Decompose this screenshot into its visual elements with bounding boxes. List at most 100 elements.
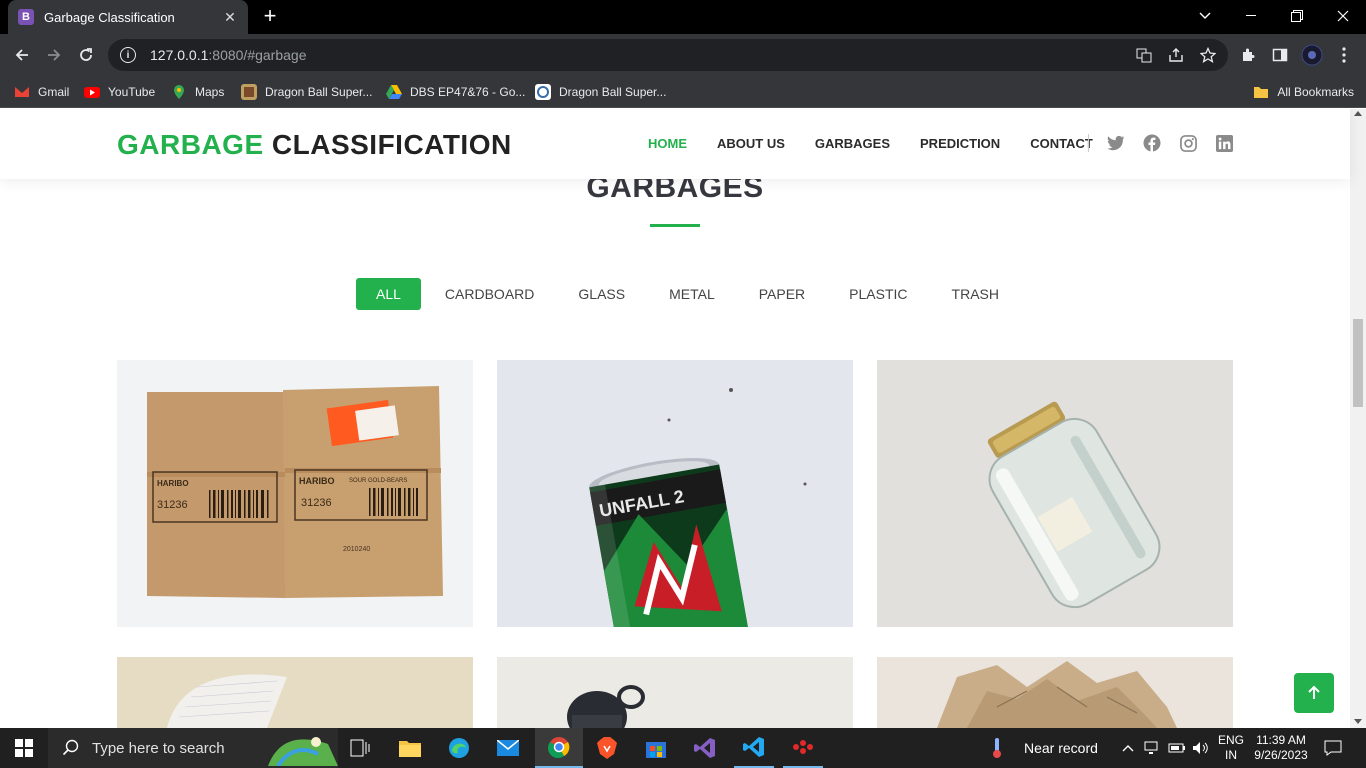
tab-close-icon[interactable]: ✕ bbox=[222, 9, 238, 26]
app-red-dots-icon[interactable] bbox=[783, 728, 823, 768]
extensions-icon[interactable] bbox=[1236, 43, 1260, 67]
search-icon bbox=[62, 739, 79, 756]
store-icon[interactable] bbox=[640, 728, 672, 768]
filter-trash[interactable]: TRASH bbox=[932, 278, 1019, 310]
side-panel-icon[interactable] bbox=[1268, 43, 1292, 67]
site-info-icon[interactable]: i bbox=[120, 47, 136, 63]
edge-icon[interactable] bbox=[443, 728, 475, 768]
nav-divider bbox=[1088, 134, 1089, 152]
gallery-item-plastic[interactable] bbox=[497, 657, 853, 728]
visual-studio-icon[interactable] bbox=[689, 728, 721, 768]
forward-arrow-icon[interactable] bbox=[42, 43, 66, 67]
close-window-button[interactable] bbox=[1320, 0, 1366, 32]
brave-icon[interactable] bbox=[591, 728, 623, 768]
bookmark-dbs-drive[interactable]: DBS EP47&76 - Go... bbox=[386, 82, 525, 102]
filter-plastic[interactable]: PLASTIC bbox=[829, 278, 927, 310]
bookmark-youtube[interactable]: YouTube bbox=[84, 82, 155, 102]
maps-pin-icon bbox=[174, 85, 184, 99]
new-tab-button[interactable]: + bbox=[258, 5, 282, 29]
nav-home[interactable]: HOME bbox=[648, 136, 687, 151]
back-to-top-button[interactable] bbox=[1294, 673, 1334, 713]
page-scrollbar[interactable] bbox=[1350, 109, 1366, 728]
bookmark-dragon-ball-2[interactable]: Dragon Ball Super... bbox=[535, 82, 666, 102]
filter-metal[interactable]: METAL bbox=[649, 278, 735, 310]
chrome-taskbar-icon[interactable] bbox=[535, 728, 583, 768]
site-thumbnail-icon bbox=[241, 84, 257, 100]
restore-button[interactable] bbox=[1274, 0, 1320, 32]
filter-bar: ALL CARDBOARD GLASS METAL PAPER PLASTIC … bbox=[356, 278, 1023, 310]
file-explorer-icon[interactable] bbox=[394, 728, 426, 768]
tray-chevron-icon[interactable] bbox=[1118, 728, 1138, 768]
back-arrow-icon[interactable] bbox=[10, 43, 34, 67]
glass-jar-photo bbox=[877, 360, 1233, 627]
tab-title: Garbage Classification bbox=[44, 9, 175, 25]
share-icon[interactable] bbox=[1168, 47, 1184, 63]
gallery-item-paper-2[interactable] bbox=[877, 657, 1233, 728]
plastic-bottle-photo bbox=[497, 657, 853, 728]
filter-cardboard[interactable]: CARDBOARD bbox=[425, 278, 554, 310]
scroll-down-arrow-icon[interactable] bbox=[1354, 719, 1362, 724]
reload-icon[interactable] bbox=[74, 43, 98, 67]
gallery-item-cardboard[interactable]: HARIBO HARIBO SOUR GOLD-BEARS 31236 3123… bbox=[117, 360, 473, 627]
thermometer-icon bbox=[993, 738, 1001, 758]
task-view-icon[interactable] bbox=[344, 728, 376, 768]
browser-tab[interactable]: B Garbage Classification ✕ bbox=[8, 0, 248, 34]
instagram-icon[interactable] bbox=[1179, 134, 1197, 152]
windows-start-icon[interactable] bbox=[0, 728, 48, 768]
clock-date: 9/26/2023 bbox=[1254, 748, 1308, 762]
vscode-icon[interactable] bbox=[734, 728, 774, 768]
address-bar[interactable]: i 127.0.0.1:8080/#garbage bbox=[108, 39, 1228, 71]
bookmarks-bar: Gmail YouTube Maps Dragon Ball Super... … bbox=[0, 76, 1366, 108]
tab-search-icon[interactable] bbox=[1182, 0, 1228, 32]
network-icon[interactable] bbox=[1142, 728, 1164, 768]
windows-taskbar: Type here to search Near record ENG IN 1… bbox=[0, 728, 1366, 768]
svg-text:HARIBO: HARIBO bbox=[157, 479, 189, 488]
page-viewport: GARBAGE CLASSIFICATION HOME ABOUT US GAR… bbox=[0, 109, 1366, 728]
site-logo[interactable]: GARBAGE CLASSIFICATION bbox=[117, 129, 512, 161]
bookmark-star-icon[interactable] bbox=[1200, 47, 1216, 63]
notification-icon[interactable] bbox=[1318, 728, 1348, 768]
scroll-thumb[interactable] bbox=[1353, 319, 1363, 407]
bookmark-dragon-ball-1[interactable]: Dragon Ball Super... bbox=[241, 82, 372, 102]
bootstrap-favicon-icon: B bbox=[18, 9, 34, 25]
svg-text:SOUR GOLD-BEARS: SOUR GOLD-BEARS bbox=[349, 478, 407, 484]
translate-icon[interactable] bbox=[1136, 47, 1152, 63]
nav-garbages[interactable]: GARBAGES bbox=[815, 136, 890, 151]
volume-icon[interactable] bbox=[1190, 728, 1212, 768]
scroll-up-arrow-icon[interactable] bbox=[1354, 111, 1362, 116]
cardboard-photo: HARIBO HARIBO SOUR GOLD-BEARS 31236 3123… bbox=[117, 360, 473, 627]
youtube-icon bbox=[84, 87, 100, 98]
gallery-item-glass[interactable] bbox=[877, 360, 1233, 627]
paper-photo bbox=[117, 657, 473, 728]
clock-time: 11:39 AM bbox=[1256, 733, 1306, 747]
filter-all[interactable]: ALL bbox=[356, 278, 421, 310]
chrome-menu-icon[interactable] bbox=[1332, 43, 1356, 67]
search-highlight-icon bbox=[268, 737, 338, 766]
bookmark-gmail[interactable]: Gmail bbox=[14, 82, 69, 102]
svg-text:2010240: 2010240 bbox=[343, 546, 370, 553]
bookmark-maps[interactable]: Maps bbox=[171, 82, 224, 102]
nav-contact[interactable]: CONTACT bbox=[1030, 136, 1093, 151]
taskbar-search[interactable]: Type here to search bbox=[48, 728, 338, 768]
profile-avatar-icon[interactable] bbox=[1300, 43, 1324, 67]
battery-icon[interactable] bbox=[1166, 728, 1188, 768]
minimize-button[interactable] bbox=[1228, 0, 1274, 32]
facebook-icon[interactable] bbox=[1143, 134, 1161, 152]
clock[interactable]: 11:39 AM 9/26/2023 bbox=[1250, 728, 1312, 768]
svg-text:HARIBO: HARIBO bbox=[299, 476, 335, 486]
nav-prediction[interactable]: PREDICTION bbox=[920, 136, 1000, 151]
filter-glass[interactable]: GLASS bbox=[558, 278, 645, 310]
search-placeholder: Type here to search bbox=[92, 739, 225, 757]
all-bookmarks[interactable]: All Bookmarks bbox=[1253, 82, 1354, 102]
main-nav: HOME ABOUT US GARBAGES PREDICTION CONTAC… bbox=[648, 136, 1123, 151]
nav-about-us[interactable]: ABOUT US bbox=[717, 136, 785, 151]
gallery-item-paper[interactable] bbox=[117, 657, 473, 728]
filter-paper[interactable]: PAPER bbox=[739, 278, 825, 310]
language-indicator[interactable]: ENG IN bbox=[1214, 728, 1248, 768]
twitter-icon[interactable] bbox=[1107, 134, 1125, 152]
url-text: 127.0.0.1:8080/#garbage bbox=[150, 47, 307, 63]
gallery-item-metal[interactable]: UNFALL 2 bbox=[497, 360, 853, 627]
mail-icon[interactable] bbox=[492, 728, 524, 768]
weather-widget[interactable]: Near record bbox=[990, 728, 1110, 768]
linkedin-icon[interactable] bbox=[1215, 134, 1233, 152]
